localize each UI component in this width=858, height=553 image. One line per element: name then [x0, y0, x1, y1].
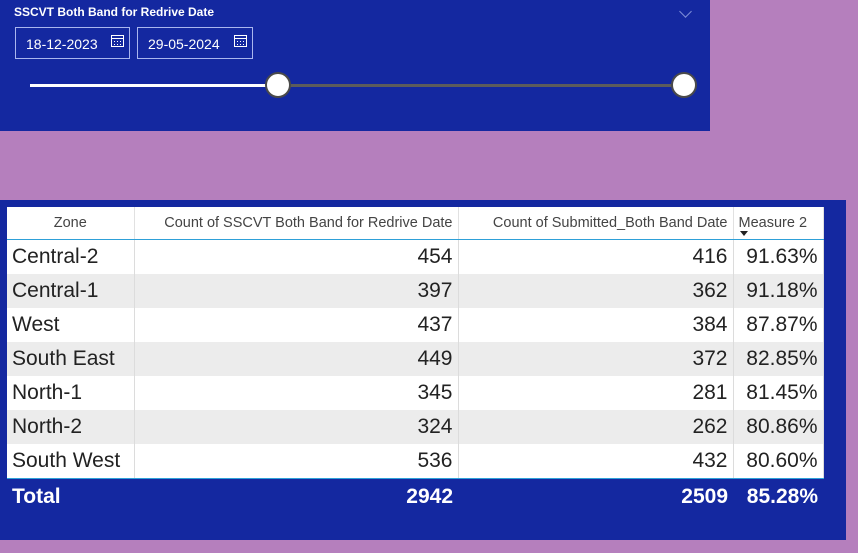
chevron-down-icon[interactable]: [679, 5, 692, 18]
date-slicer: SSCVT Both Band for Redrive Date 18-12-2…: [0, 0, 710, 131]
column-header-measure-2[interactable]: Measure 2: [733, 207, 824, 240]
table-row[interactable]: South West 536 432 80.60%: [7, 444, 824, 479]
calendar-icon[interactable]: [234, 35, 247, 47]
end-date-value: 29-05-2024: [148, 36, 220, 52]
table-visual: Zone Count of SSCVT Both Band for Redriv…: [0, 200, 846, 540]
total-label: Total: [7, 478, 134, 515]
cell-count-sscvt: 449: [134, 342, 459, 376]
cell-count-sscvt: 324: [134, 410, 459, 444]
column-header-measure-2-label: Measure 2: [738, 215, 808, 231]
zone-table: Zone Count of SSCVT Both Band for Redriv…: [7, 207, 824, 515]
cell-measure-2: 80.60%: [733, 444, 824, 479]
cell-count-submitted: 416: [458, 239, 734, 274]
start-date-value: 18-12-2023: [26, 36, 98, 52]
cell-count-sscvt: 454: [134, 239, 459, 274]
total-count-sscvt: 2942: [134, 478, 458, 515]
cell-measure-2: 91.18%: [733, 274, 824, 308]
column-header-count-submitted[interactable]: Count of Submitted_Both Band Date: [458, 207, 734, 240]
cell-count-submitted: 281: [458, 376, 734, 410]
cell-measure-2: 81.45%: [733, 376, 824, 410]
sort-descending-icon: [739, 231, 748, 236]
slider-end-handle[interactable]: [671, 72, 697, 98]
calendar-icon[interactable]: [111, 35, 124, 47]
end-date-input[interactable]: 29-05-2024: [137, 27, 253, 59]
table-row[interactable]: North-2 324 262 80.86%: [7, 410, 824, 444]
cell-zone: North-2: [7, 410, 135, 444]
cell-measure-2: 80.86%: [733, 410, 824, 444]
cell-count-sscvt: 437: [134, 308, 459, 342]
slider-start-handle[interactable]: [265, 72, 291, 98]
slider-selected-range[interactable]: [30, 84, 278, 87]
cell-count-sscvt: 397: [134, 274, 459, 308]
table-row[interactable]: North-1 345 281 81.45%: [7, 376, 824, 410]
slicer-title: SSCVT Both Band for Redrive Date: [14, 5, 215, 19]
cell-count-sscvt: 536: [134, 444, 459, 479]
cell-count-submitted: 262: [458, 410, 734, 444]
table-row[interactable]: Central-2 454 416 91.63%: [7, 239, 824, 274]
cell-zone: West: [7, 308, 135, 342]
cell-measure-2: 87.87%: [733, 308, 824, 342]
cell-zone: South West: [7, 444, 135, 479]
cell-count-submitted: 384: [458, 308, 734, 342]
cell-zone: North-1: [7, 376, 135, 410]
cell-measure-2: 91.63%: [733, 239, 824, 274]
cell-zone: Central-1: [7, 274, 135, 308]
cell-count-submitted: 432: [458, 444, 734, 479]
total-count-submitted: 2509: [458, 478, 733, 515]
table-header-row: Zone Count of SSCVT Both Band for Redriv…: [7, 207, 824, 240]
cell-measure-2: 82.85%: [733, 342, 824, 376]
cell-count-submitted: 372: [458, 342, 734, 376]
cell-count-sscvt: 345: [134, 376, 459, 410]
cell-zone: South East: [7, 342, 135, 376]
start-date-input[interactable]: 18-12-2023: [15, 27, 130, 59]
table-row[interactable]: West 437 384 87.87%: [7, 308, 824, 342]
slider-track[interactable]: [278, 84, 684, 87]
total-measure-2: 85.28%: [733, 478, 823, 515]
table-row[interactable]: Central-1 397 362 91.18%: [7, 274, 824, 308]
table-total-row: Total 2942 2509 85.28%: [7, 478, 823, 515]
column-header-count-sscvt[interactable]: Count of SSCVT Both Band for Redrive Dat…: [134, 207, 459, 240]
cell-count-submitted: 362: [458, 274, 734, 308]
column-header-zone[interactable]: Zone: [7, 207, 135, 240]
cell-zone: Central-2: [7, 239, 135, 274]
table-row[interactable]: South East 449 372 82.85%: [7, 342, 824, 376]
